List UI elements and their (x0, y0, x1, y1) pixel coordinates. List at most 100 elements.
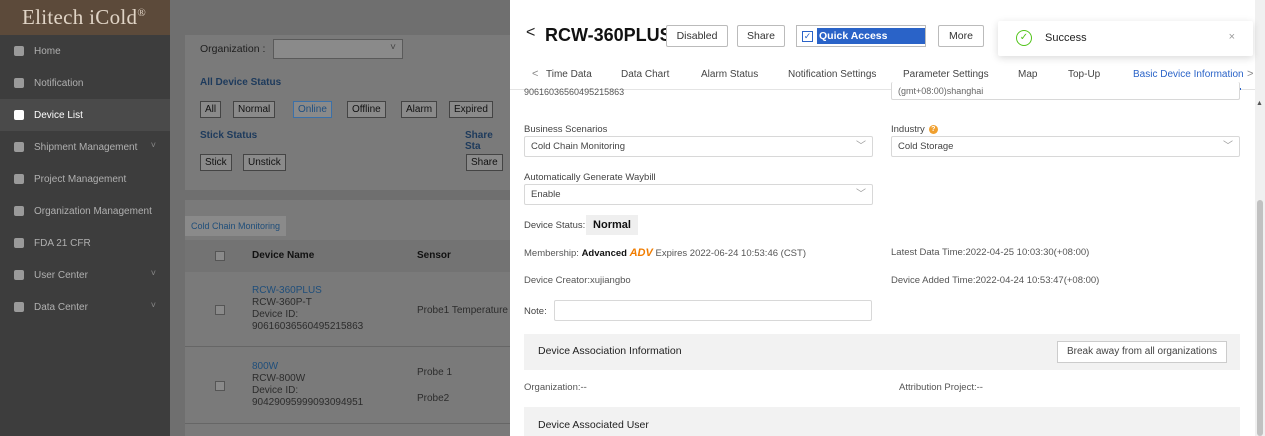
organization-select[interactable]: ˅ (273, 39, 403, 59)
tab-notification-settings[interactable]: Notification Settings (788, 69, 876, 80)
sidebar-item-label: User Center (34, 269, 88, 281)
break-away-button[interactable]: Break away from all organizations (1057, 341, 1227, 363)
scroll-up-icon[interactable]: ▲ (1256, 100, 1263, 107)
tab-parameter-settings[interactable]: Parameter Settings (903, 69, 989, 80)
filter-panel: Organization : ˅ All Device Status All N… (185, 35, 510, 190)
drawer-scrollbar[interactable]: ▲ (1255, 0, 1265, 436)
device-model: RCW-360P-T (252, 297, 312, 308)
all-device-status-label: All Device Status (200, 77, 282, 88)
sidebar-item-label: Project Management (34, 173, 127, 185)
layers-icon (14, 174, 24, 184)
note-input[interactable] (554, 300, 872, 321)
sidebar-item-label: Shipment Management (34, 141, 138, 153)
chevron-down-icon[interactable]: ˅ (151, 268, 156, 278)
status-chip-online[interactable]: Online (293, 101, 332, 118)
organization-value: Organization:-- (524, 382, 587, 393)
attribution-project-value: Attribution Project:-- (899, 382, 983, 393)
membership-info: Membership: Advanced ADV Expires 2022-06… (524, 247, 806, 259)
home-icon (14, 46, 24, 56)
row-checkbox[interactable] (215, 381, 225, 391)
sidebar-item-organization-management[interactable]: Organization Management (0, 195, 170, 227)
status-chip-alarm[interactable]: Alarm (401, 101, 438, 118)
timezone-select[interactable]: (gmt+08:00)shanghai (891, 82, 1240, 100)
status-chip-offline[interactable]: Offline (347, 101, 386, 118)
device-icon (14, 110, 24, 120)
tab-top-up[interactable]: Top-Up (1068, 69, 1100, 80)
sidebar-item-project-management[interactable]: Project Management (0, 163, 170, 195)
latest-data-time: Latest Data Time:2022-04-25 10:03:30(+08… (891, 247, 1090, 258)
unstick-chip[interactable]: Unstick (243, 154, 286, 171)
status-badge: Normal (586, 215, 638, 235)
chevron-down-icon: ˅ (390, 42, 396, 53)
auto-waybill-select[interactable]: Enable ﹀ (524, 184, 873, 205)
sidebar-item-fda-21-cfr[interactable]: FDA 21 CFR (0, 227, 170, 259)
industry-select[interactable]: Cold Storage ﹀ (891, 136, 1240, 157)
table-row[interactable]: 800W RCW-800W Device ID: 904290959990930… (185, 348, 510, 424)
share-chip[interactable]: Share (466, 154, 503, 171)
tab-data-chart[interactable]: Data Chart (621, 69, 669, 80)
sidebar-item-user-center[interactable]: User Center ˅ (0, 259, 170, 291)
sidebar-item-home[interactable]: Home (0, 35, 170, 67)
tab-alarm-status[interactable]: Alarm Status (701, 69, 758, 80)
sidebar-item-device-list[interactable]: Device List (0, 99, 170, 131)
sensor-name: Probe 1 (417, 367, 453, 378)
tab-basic-device-information[interactable]: Basic Device Information (1133, 69, 1244, 80)
device-model: RCW-800W (252, 373, 306, 384)
basic-info-panel: 90616036560495215863 (gmt+08:00)shanghai… (510, 82, 1255, 436)
business-scenarios-label: Business Scenarios (524, 124, 608, 135)
quick-access-toggle[interactable]: ✓ Quick Access Enabled (796, 25, 926, 58)
help-icon[interactable]: ? (928, 125, 938, 134)
shield-icon (14, 238, 24, 248)
top-bar (170, 0, 510, 35)
tab-cold-chain-monitoring[interactable]: Cold Chain Monitoring (185, 216, 287, 236)
note-label: Note: (524, 306, 547, 317)
sidebar-item-label: Home (34, 45, 61, 57)
device-creator: Device Creator:xujiangbo (524, 275, 631, 286)
status-chip-expired[interactable]: Expired (449, 101, 493, 118)
select-all-checkbox[interactable] (215, 251, 225, 261)
device-title: RCW-360PLUS (545, 25, 672, 45)
sidebar: Elitech iCold® Home Notification Device Li… (0, 0, 170, 436)
tabs-scroll-right-icon[interactable]: > (1247, 68, 1253, 80)
device-name-link[interactable]: 800W (252, 361, 278, 372)
sidebar-item-label: Data Center (34, 301, 88, 313)
row-checkbox[interactable] (215, 305, 225, 315)
toast-message: Success (1045, 32, 1087, 44)
close-icon[interactable]: × (1229, 31, 1235, 43)
device-id: 90429095999093094951 (252, 397, 364, 408)
brand-logo[interactable]: Elitech iCold® (0, 0, 170, 35)
chevron-down-icon[interactable]: ˅ (151, 140, 156, 150)
device-detail-drawer: < RCW-360PLUS Disabled Share ✓ Quick Acc… (510, 0, 1255, 436)
column-device-name: Device Name (252, 250, 315, 261)
associated-user-title: Device Associated User (538, 419, 649, 431)
industry-label: Industry? (891, 124, 938, 135)
device-table: Cold Chain Monitoring Device Name Sensor… (185, 200, 510, 436)
table-row[interactable]: RCW-360PLUS RCW-360P-T Device ID: 906160… (185, 272, 510, 347)
disabled-button[interactable]: Disabled (666, 25, 728, 47)
tabs-scroll-left-icon[interactable]: < (532, 68, 538, 80)
clipped-device-id: 90616036560495215863 (524, 87, 625, 97)
business-scenarios-select[interactable]: Cold Chain Monitoring ﹀ (524, 136, 873, 157)
device-name-link[interactable]: RCW-360PLUS (252, 285, 322, 296)
adv-badge: ADV (629, 247, 653, 259)
tab-map[interactable]: Map (1018, 69, 1037, 80)
industry-label-text: Industry (891, 124, 925, 135)
share-status-label: Share Sta (465, 130, 493, 152)
status-chip-normal[interactable]: Normal (233, 101, 276, 118)
chevron-down-icon[interactable]: ˅ (151, 300, 156, 310)
main-content: Organization : ˅ All Device Status All N… (170, 0, 510, 436)
success-toast: ✓ Success × (998, 21, 1253, 56)
sidebar-item-data-center[interactable]: Data Center ˅ (0, 291, 170, 323)
organization-label: Organization : (200, 43, 266, 55)
more-button[interactable]: More (938, 25, 984, 47)
tab-time-data[interactable]: Time Data (546, 69, 592, 80)
share-button[interactable]: Share (737, 25, 785, 47)
status-chip-all[interactable]: All (200, 101, 222, 118)
sidebar-item-shipment-management[interactable]: Shipment Management ˅ (0, 131, 170, 163)
stick-chip[interactable]: Stick (200, 154, 232, 171)
brand-mark: ® (137, 7, 146, 19)
sidebar-item-notification[interactable]: Notification (0, 67, 170, 99)
membership-level: Advanced (581, 248, 627, 259)
scrollbar-thumb[interactable] (1257, 200, 1263, 436)
chevron-left-icon[interactable]: < (526, 24, 535, 42)
